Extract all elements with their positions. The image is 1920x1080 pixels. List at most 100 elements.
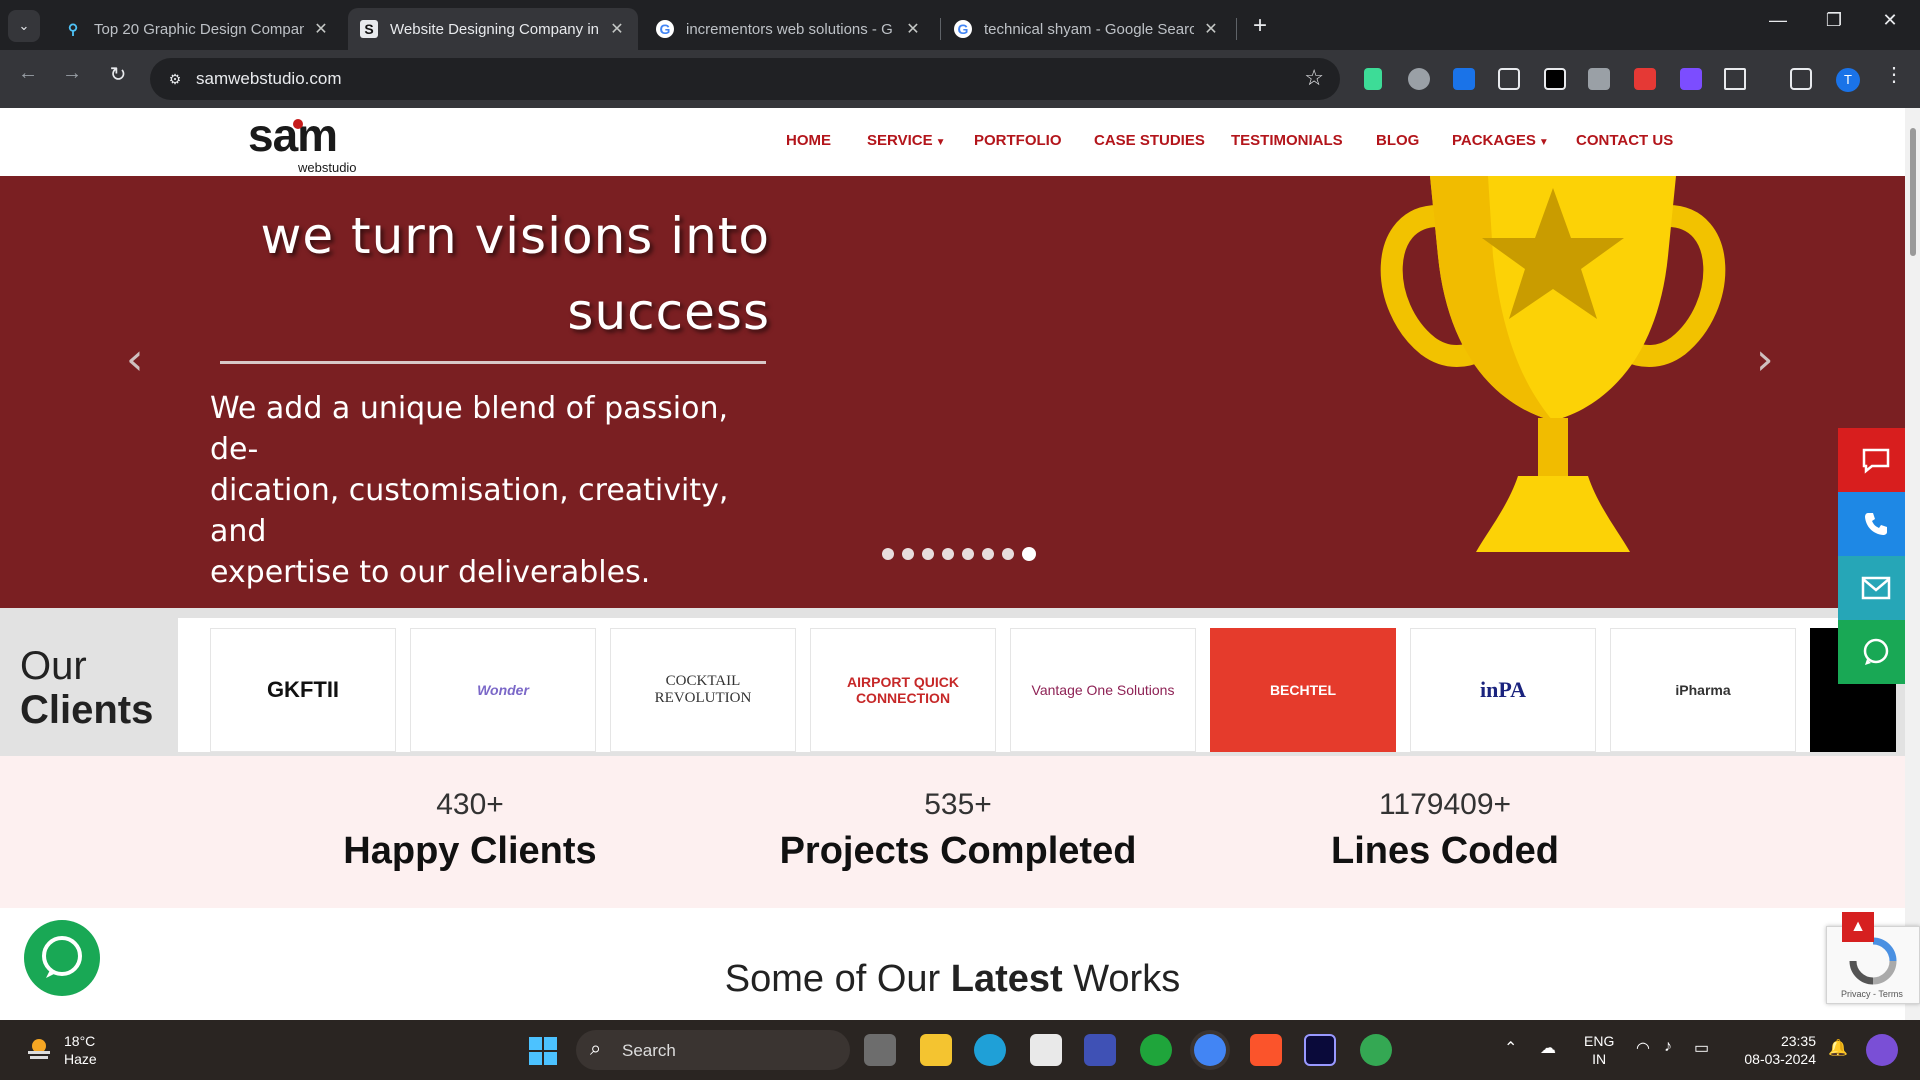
hero-text-line: We add a unique blend of passion, de- [210,391,729,467]
nav-portfolio[interactable]: PORTFOLIO [974,132,1062,149]
xbox-icon[interactable] [1140,1034,1172,1066]
nav-home[interactable]: HOME [786,132,831,149]
tab-3[interactable]: G incrementors web solutions - G ✕ [644,8,934,50]
nav-packages[interactable]: PACKAGES ▼ [1452,132,1549,149]
extension-gray-icon[interactable] [1588,68,1610,90]
address-bar[interactable]: ⚙ samwebstudio.com ☆ [150,58,1340,100]
weather-widget[interactable]: 18°C Haze [64,1032,97,1068]
premiere-pro-icon[interactable] [1304,1034,1336,1066]
extension-s-icon[interactable] [1408,68,1430,90]
clients-heading: Our Clients [20,644,153,732]
extension-window-icon[interactable] [1498,68,1520,90]
client-logo-bechtel: BECHTEL [1210,628,1396,752]
extensions-puzzle-icon[interactable] [1724,68,1746,90]
extension-wave-icon[interactable] [1453,68,1475,90]
latest-works-heading: Some of Our Latest Works [0,958,1905,1001]
browser-toolbar: ← → ↻ ⚙ samwebstudio.com ☆ [0,50,1920,108]
brave-icon[interactable] [1250,1034,1282,1066]
stat-label: Happy Clients [343,830,597,872]
carousel-next-icon[interactable]: › [1756,334,1774,385]
extension-openai-icon[interactable] [1544,68,1566,90]
extension-gradient-icon[interactable] [1680,68,1702,90]
side-chat-button[interactable] [1838,428,1914,492]
nav-contact-us[interactable]: CONTACT US [1576,132,1673,149]
tab-search-button[interactable]: ⌄ [8,10,40,42]
task-view-icon[interactable] [864,1034,896,1066]
nav-case-studies[interactable]: CASE STUDIES [1094,132,1205,149]
store-icon[interactable] [1030,1034,1062,1066]
carousel-dot-active[interactable] [1022,547,1036,561]
site-logo[interactable]: sam webstudio [248,112,368,175]
close-tab-icon[interactable]: ✕ [1202,19,1220,39]
battery-icon[interactable]: ▭ [1694,1038,1709,1058]
recaptcha-links[interactable]: Privacy - Terms [1841,989,1903,999]
tab-2[interactable]: S Website Designing Company in ✕ [348,8,638,50]
haze-weather-icon[interactable] [24,1034,54,1064]
carousel-dot[interactable] [962,548,974,560]
volume-icon[interactable]: ♪ [1664,1038,1672,1056]
side-email-button[interactable] [1838,556,1914,620]
forward-arrow-icon[interactable]: → [56,62,88,85]
close-window-icon[interactable]: ✕ [1870,10,1910,31]
chrome-profile-icon[interactable] [1360,1034,1392,1066]
cloud-off-icon[interactable]: ☁ [1540,1038,1556,1058]
reload-icon[interactable]: ↻ [102,62,134,87]
search-icon: ⌕ [590,1038,602,1060]
carousel-prev-icon[interactable]: ‹ [126,334,144,385]
system-clock[interactable]: 23:35 08-03-2024 [1736,1032,1816,1068]
stat-happy-clients: 430+ Happy Clients [270,788,670,873]
bookmark-star-icon[interactable]: ☆ [1304,65,1324,91]
tab-1[interactable]: ⚲ Top 20 Graphic Design Compan ✕ [52,8,342,50]
tray-chevron-icon[interactable]: ⌃ [1504,1038,1517,1058]
chrome-menu-icon[interactable]: ⋮ [1878,62,1910,87]
new-tab-button[interactable]: + [1246,12,1274,40]
tab-4[interactable]: G technical shyam - Google Searc ✕ [942,8,1232,50]
carousel-dot[interactable] [1002,548,1014,560]
side-phone-button[interactable] [1838,492,1914,556]
taskbar-search[interactable]: ⌕ Search [576,1030,850,1070]
carousel-dot[interactable] [982,548,994,560]
nav-blog[interactable]: BLOG [1376,132,1419,149]
stat-projects-completed: 535+ Projects Completed [758,788,1158,873]
carousel-dot[interactable] [942,548,954,560]
profile-avatar[interactable]: T [1836,68,1860,92]
extension-calendar-icon[interactable] [1634,68,1656,90]
extension-f-icon[interactable] [1364,68,1382,90]
client-logo-airport-quick-connection: AIRPORT QUICK CONNECTION [810,628,996,752]
live-chat-button[interactable] [24,920,100,996]
tab-title: incrementors web solutions - G [686,20,893,38]
language-indicator[interactable]: ENG IN [1584,1032,1614,1068]
weather-temp: 18°C [64,1033,96,1049]
phone-icon [1865,513,1887,535]
url-text[interactable]: samwebstudio.com [196,69,342,89]
chrome-icon[interactable] [1194,1034,1226,1066]
nav-testimonials[interactable]: TESTIMONIALS [1231,132,1343,149]
site-info-icon[interactable]: ⚙ [164,68,186,90]
back-arrow-icon[interactable]: ← [12,62,44,85]
notification-bell-icon[interactable]: 🔔 [1828,1038,1848,1058]
latest-heading-pre: Some of Our [724,958,951,1000]
app-blue-icon[interactable] [1084,1034,1116,1066]
caret-down-icon: ▼ [935,137,946,148]
close-tab-icon[interactable]: ✕ [904,19,922,39]
file-explorer-icon[interactable] [920,1034,952,1066]
close-tab-icon[interactable]: ✕ [312,19,330,39]
edge-icon[interactable] [974,1034,1006,1066]
carousel-dot[interactable] [902,548,914,560]
nav-service[interactable]: SERVICE ▼ [867,132,946,149]
scrollbar-thumb[interactable] [1910,128,1916,256]
scroll-to-top-button[interactable]: ▲ [1842,912,1874,942]
minimize-icon[interactable]: — [1758,10,1798,31]
windows-start-icon[interactable] [528,1036,558,1066]
wifi-icon[interactable]: ◠ [1636,1038,1650,1058]
google-icon: G [656,20,674,38]
close-tab-icon[interactable]: ✕ [608,19,626,39]
carousel-dot[interactable] [882,548,894,560]
side-panel-icon[interactable] [1790,68,1812,90]
carousel-dot[interactable] [922,548,934,560]
feather-icon: ⚲ [67,20,79,37]
copilot-icon[interactable] [1866,1034,1898,1066]
restore-icon[interactable]: ❐ [1814,10,1854,31]
hero-divider [220,361,766,364]
side-whatsapp-button[interactable] [1838,620,1914,684]
